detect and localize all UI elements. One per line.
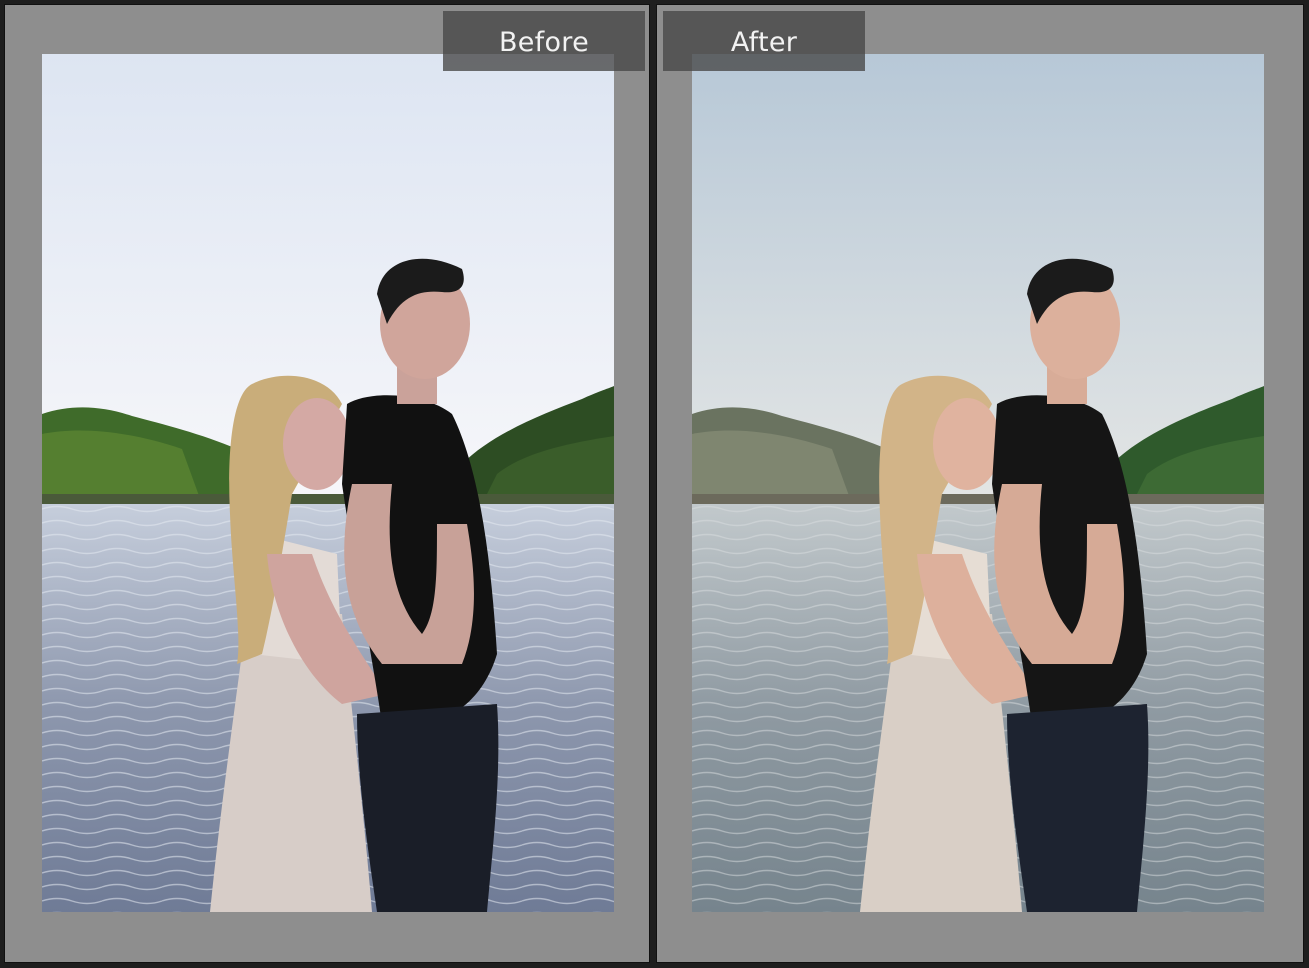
after-pane[interactable]: After: [656, 4, 1304, 963]
before-photo-image: [42, 54, 614, 912]
after-photo-image: [692, 54, 1264, 912]
before-after-viewer: Before After: [0, 0, 1309, 968]
after-photo[interactable]: [692, 54, 1264, 912]
before-pane[interactable]: Before: [4, 4, 650, 963]
before-photo[interactable]: [42, 54, 614, 912]
before-label: Before: [443, 11, 645, 71]
after-label: After: [663, 11, 865, 71]
